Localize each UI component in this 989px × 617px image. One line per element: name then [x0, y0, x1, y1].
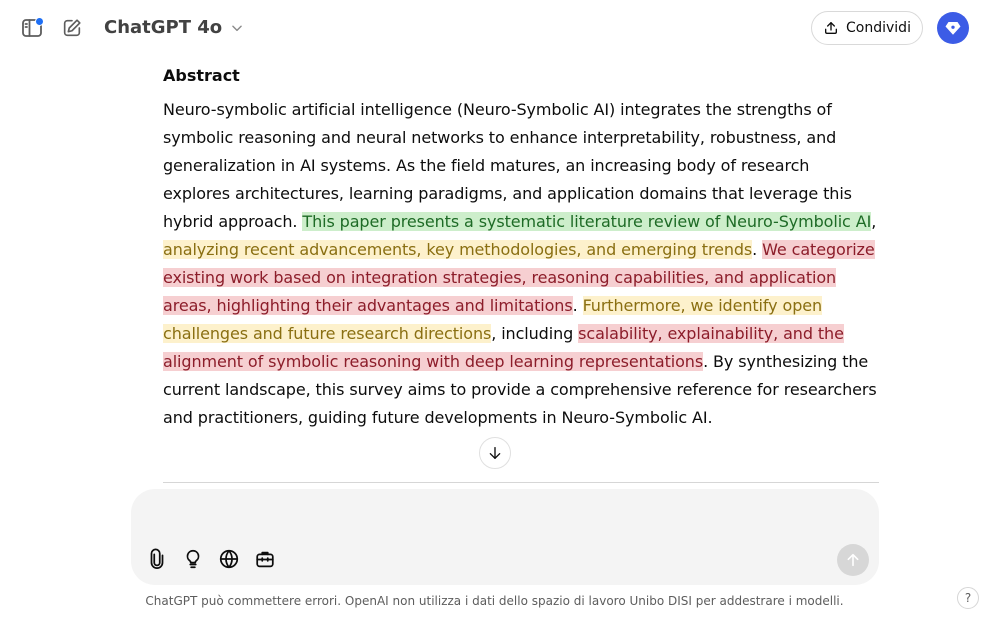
top-bar: ChatGPT 4o Condividi [0, 0, 989, 56]
share-button[interactable]: Condividi [811, 11, 923, 45]
share-icon [825, 22, 838, 34]
text-segment: . [572, 296, 583, 315]
disclaimer-text: ChatGPT può commettere errori. OpenAI no… [145, 594, 844, 608]
avatar[interactable] [937, 12, 969, 44]
message-input[interactable] [153, 503, 847, 531]
globe-icon [219, 549, 239, 569]
gem-icon [945, 22, 961, 35]
abstract-heading: Abstract [163, 66, 240, 85]
divider [163, 482, 879, 483]
think-button[interactable] [181, 547, 205, 571]
assistant-message: Abstract Neuro-symbolic artificial intel… [163, 62, 879, 432]
share-label: Condividi [846, 20, 911, 36]
sidebar-toggle-button[interactable] [20, 16, 44, 40]
abstract-paragraph: Neuro-symbolic artificial intelligence (… [163, 96, 879, 432]
toolbox-icon [256, 551, 274, 568]
text-segment: , including [491, 324, 579, 343]
model-name: ChatGPT 4o [104, 17, 223, 38]
chevron-down-icon [232, 25, 242, 31]
scroll-down-button[interactable] [479, 437, 511, 469]
help-button[interactable]: ? [957, 587, 979, 609]
arrow-up-icon [847, 553, 859, 567]
arrow-down-icon [489, 447, 501, 459]
notification-dot [35, 17, 44, 26]
composer [131, 489, 879, 585]
text-segment: , [871, 212, 877, 231]
attach-button[interactable] [145, 547, 169, 571]
highlight-green: This paper presents a systematic literat… [302, 212, 872, 231]
text-segment: . [752, 240, 763, 259]
new-chat-button[interactable] [60, 16, 84, 40]
new-chat-icon [63, 19, 81, 37]
send-button[interactable] [837, 544, 869, 576]
paperclip-icon [150, 548, 164, 569]
highlight-yellow: analyzing recent advancements, key metho… [163, 240, 753, 259]
tools-button[interactable] [253, 547, 277, 571]
web-search-button[interactable] [217, 547, 241, 571]
model-selector[interactable]: ChatGPT 4o [104, 17, 244, 38]
lightbulb-icon [186, 549, 200, 569]
